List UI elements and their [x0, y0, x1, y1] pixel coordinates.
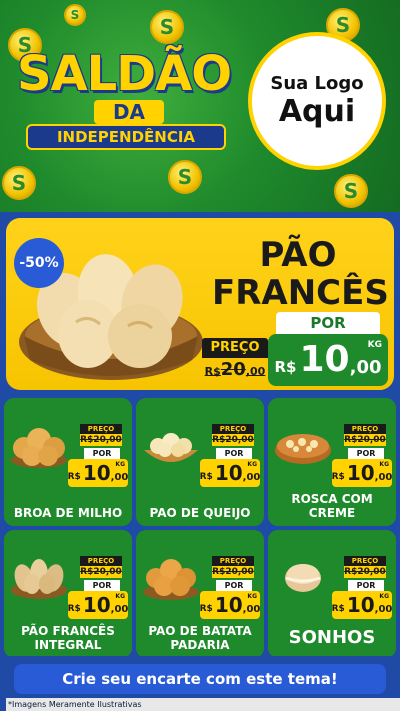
por-label: POR: [84, 580, 120, 591]
product-name: ROSCA COM CREME: [291, 492, 373, 520]
preco-label: PREÇO: [344, 424, 386, 434]
new-price: R$ 10 ,00 KG: [268, 334, 388, 386]
unit-label: KG: [367, 340, 382, 350]
broa-de-milho-image: [11, 428, 67, 468]
pao-de-queijo-image: [144, 433, 198, 462]
old-price: R$20,00: [344, 434, 386, 446]
logo-placeholder[interactable]: Sua Logo Aqui: [248, 32, 386, 170]
por-label: POR: [348, 448, 384, 459]
price-decimal: ,00: [349, 356, 382, 378]
product-card[interactable]: PREÇO R$20,00 POR R$ 10,00 KG BROA DE MIL…: [4, 398, 132, 526]
title-independencia: INDEPENDÊNCIA: [26, 124, 226, 150]
product-card[interactable]: PREÇO R$20,00 POR R$ 10,00 KG PAO DE BATA…: [136, 530, 264, 658]
old-price: R$20,00: [212, 434, 254, 446]
rosca-com-creme-image: [275, 434, 331, 464]
new-price: R$ 10,00 KG: [67, 459, 129, 487]
new-price: R$ 10,00 KG: [67, 591, 129, 619]
product-grid: PREÇO R$20,00 POR R$ 10,00 KG BROA DE MIL…: [0, 394, 400, 658]
product-name: PAO DE QUEIJO: [149, 506, 251, 520]
por-label: POR: [216, 448, 252, 459]
preco-label: PREÇO: [212, 556, 254, 566]
product-card[interactable]: PREÇO R$20,00 POR R$ 10,00 KG ROSCA COM C…: [268, 398, 396, 526]
hero-product-card[interactable]: -50% PÃO FRANCÊS PREÇO R$20,00 POR R$ 10…: [6, 218, 394, 390]
product-card[interactable]: PREÇO R$20,00 POR R$ 10,00 KG SONHOS: [268, 530, 396, 658]
old-price: R$20,00: [204, 359, 266, 380]
pao-de-batata-image: [143, 559, 199, 600]
coin-icon: S: [150, 10, 184, 44]
preco-label: PREÇO: [80, 556, 122, 566]
old-price: R$20,00: [80, 434, 122, 446]
old-price: R$20,00: [80, 566, 122, 578]
title-saldao: SALDÃO: [16, 46, 232, 102]
por-label: POR: [216, 580, 252, 591]
product-card[interactable]: PREÇO R$20,00 POR R$ 10,00 KG PAO DE QUEI…: [136, 398, 264, 526]
product-name: SONHOS: [288, 627, 376, 648]
create-flyer-button[interactable]: Crie seu encarte com este tema!: [14, 664, 386, 694]
hero-section: -50% PÃO FRANCÊS PREÇO R$20,00 POR R$ 10…: [0, 212, 400, 394]
new-price: R$ 10,00 KG: [331, 459, 393, 487]
hero-name-line2: FRANCÊS: [212, 273, 389, 313]
new-price: R$ 10,00 KG: [199, 591, 261, 619]
currency: R$: [274, 358, 297, 376]
preco-label: PREÇO: [80, 424, 122, 434]
product-card[interactable]: PREÇO R$20,00 POR R$ 10,00 KG PÃO FRANCÊS…: [4, 530, 132, 658]
hero-name-line1: PÃO: [259, 235, 337, 275]
pao-frances-integral-image: [11, 559, 67, 599]
preco-label: PREÇO: [212, 424, 254, 434]
logo-text-line2: Aqui: [278, 94, 356, 129]
product-name: PAO DE BATATA PADARIA: [148, 624, 252, 652]
por-label: POR: [276, 312, 380, 334]
preco-label: PREÇO: [344, 556, 386, 566]
title-da: DA: [94, 100, 164, 124]
discount-badge: -50%: [14, 238, 64, 288]
old-price: R$20,00: [212, 566, 254, 578]
new-price: R$ 10,00 KG: [199, 459, 261, 487]
old-price: R$20,00: [344, 566, 386, 578]
coin-icon: S: [2, 166, 36, 200]
disclaimer-note: *Imagens Meramente Ilustrativas: [6, 698, 400, 711]
campaign-title: SALDÃO DA INDEPENDÊNCIA: [6, 46, 238, 156]
por-label: POR: [84, 448, 120, 459]
product-name: BROA DE MILHO: [13, 506, 123, 520]
coin-icon: S: [64, 4, 86, 26]
logo-text-line1: Sua Logo: [270, 73, 364, 94]
por-label: POR: [348, 580, 384, 591]
new-price: R$ 10,00 KG: [331, 591, 393, 619]
header-banner: S S S S S S S SALDÃO DA INDEPENDÊNCIA Su…: [0, 0, 400, 212]
product-name: PÃO FRANCÊS INTEGRAL: [21, 624, 115, 652]
coin-icon: S: [168, 160, 202, 194]
coin-icon: S: [334, 174, 368, 208]
preco-label: PREÇO: [202, 338, 268, 358]
hero-product-name: PÃO FRANCÊS: [212, 235, 389, 313]
price-integer: 10: [299, 339, 350, 380]
sonhos-image: [285, 564, 321, 592]
